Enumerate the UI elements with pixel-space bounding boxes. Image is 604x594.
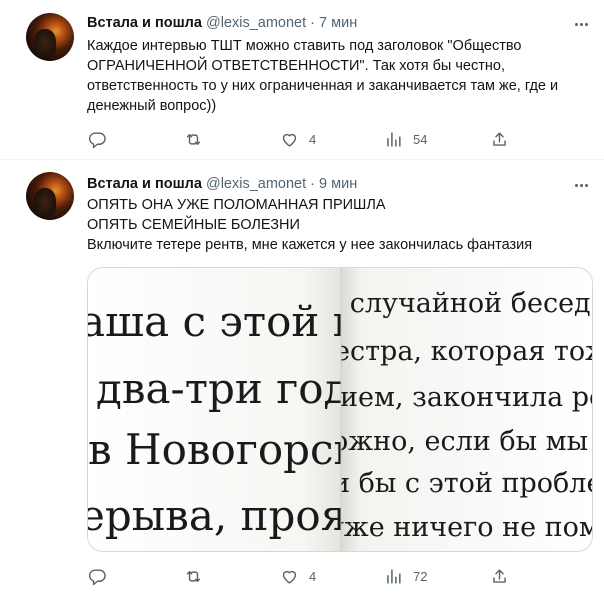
heart-icon [282, 133, 297, 147]
retweet-button[interactable] [184, 130, 213, 149]
like-button[interactable]: 4 [280, 130, 316, 149]
timestamp[interactable]: 7 мин [319, 15, 357, 31]
tweet[interactable]: Встала и пошла @lexis_amonet · 9 мин ОПЯ… [0, 161, 604, 594]
author-name[interactable]: Встала и пошла [87, 176, 202, 192]
reply-icon [88, 569, 106, 586]
timestamp[interactable]: 9 мин [319, 176, 357, 192]
avatar[interactable] [26, 172, 74, 220]
action-bar: 4 54 [0, 130, 604, 150]
action-bar: 4 72 [0, 567, 604, 587]
views-icon [387, 569, 401, 584]
tweet-text-line: ОПЯТЬ ОНА УЖЕ ПОЛОМАННАЯ ПРИШЛА [87, 197, 386, 213]
tweet-text: Каждое интервью ТШТ можно ставить под за… [87, 36, 577, 116]
share-icon [493, 132, 506, 146]
like-count: 4 [309, 569, 317, 584]
tweet-text-line: ответственность то у них ограниченная и … [87, 78, 559, 94]
share-button[interactable] [490, 567, 509, 586]
media-text-right: и бы с этой пробле [332, 468, 593, 499]
book-page-photo: аша с этой пр два-три года в Новогорск е… [88, 268, 593, 551]
separator: · [310, 15, 315, 31]
tweet-text-line: ОПЯТЬ СЕМЕЙНЫЕ БОЛЕЗНИ [87, 217, 300, 233]
reply-button[interactable] [88, 130, 117, 149]
media-text-left: два-три года [96, 364, 374, 413]
views-icon [387, 132, 401, 147]
reply-icon [88, 132, 106, 149]
media-text-left: в Новогорск [88, 425, 360, 474]
share-button[interactable] [490, 130, 509, 149]
retweet-icon [186, 134, 201, 145]
tweet-text-line: денежный вопрос)) [87, 98, 217, 114]
tweet-text-line: ОГРАНИЧЕННОЙ ОТВЕТСТВЕННОСТИ". Так хотя … [87, 58, 505, 74]
separator: · [310, 176, 315, 192]
retweet-icon [186, 571, 201, 582]
tweet-text-line: Включите тетере рентв, мне кажется у нее… [87, 237, 533, 253]
views-button[interactable]: 54 [384, 130, 427, 149]
like-button[interactable]: 4 [280, 567, 316, 586]
media-text-right: ием, закончила ро [340, 382, 593, 413]
more-icon[interactable] [572, 176, 590, 194]
more-icon[interactable] [572, 15, 590, 33]
tweet-header: Встала и пошла @lexis_amonet · 7 мин [87, 15, 357, 31]
author-handle[interactable]: @lexis_amonet [206, 15, 306, 31]
author-handle[interactable]: @lexis_amonet [206, 176, 306, 192]
tweet-media-image[interactable]: аша с этой пр два-три года в Новогорск е… [87, 267, 593, 552]
views-count: 72 [413, 569, 428, 584]
retweet-button[interactable] [184, 567, 213, 586]
tweet[interactable]: Встала и пошла @lexis_amonet · 7 мин Каж… [0, 0, 604, 160]
tweet-header: Встала и пошла @lexis_amonet · 9 мин [87, 176, 357, 192]
media-text-right: естра, которая тоже [334, 336, 593, 367]
media-text-right: уже ничего не поме [328, 512, 593, 543]
tweet-text-line: Каждое интервью ТШТ можно ставить под за… [87, 38, 522, 54]
avatar[interactable] [26, 13, 74, 61]
heart-icon [282, 570, 297, 584]
author-name[interactable]: Встала и пошла [87, 15, 202, 31]
media-text-left: ерыва, прояв [88, 491, 371, 540]
like-count: 4 [309, 132, 317, 147]
views-count: 54 [413, 132, 428, 147]
media-text-right: ожно, если бы мы [332, 426, 588, 457]
reply-button[interactable] [88, 567, 117, 586]
tweet-text: ОПЯТЬ ОНА УЖЕ ПОЛОМАННАЯ ПРИШЛА ОПЯТЬ СЕ… [87, 195, 577, 255]
share-icon [493, 569, 506, 583]
media-text-right: в случайной беседе [326, 288, 593, 319]
views-button[interactable]: 72 [384, 567, 427, 586]
